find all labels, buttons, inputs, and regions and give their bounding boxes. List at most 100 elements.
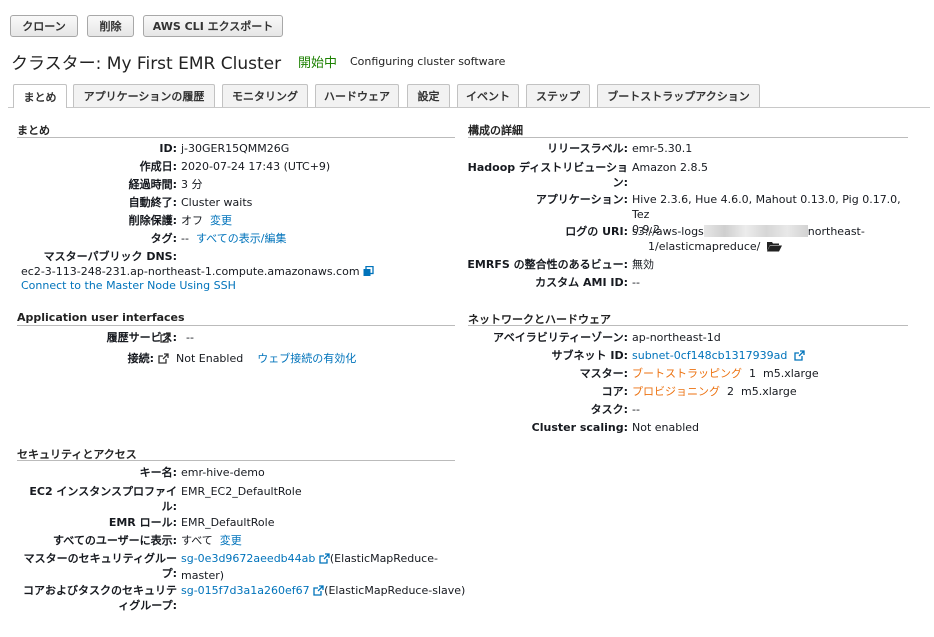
subnet-link[interactable]: subnet-0cf148cb1317939ad xyxy=(632,349,787,362)
created-label: 作成日: xyxy=(139,160,177,173)
change-protection-link[interactable]: 変更 xyxy=(210,214,232,227)
core-label: コア: xyxy=(601,385,628,398)
core-sg-label-line2: ィグループ: xyxy=(118,599,177,612)
cluster-id-value: j-30GER15QMM26G xyxy=(181,142,290,155)
change-visibility-link[interactable]: 変更 xyxy=(220,534,242,547)
ssh-connect-link[interactable]: Connect to the Master Node Using SSH xyxy=(21,278,236,293)
visible-to-all-users-value: すべて 変更 xyxy=(181,533,242,548)
termination-protection-value: オフ 変更 xyxy=(181,213,232,228)
tab-steps[interactable]: ステップ xyxy=(526,84,590,107)
master-label: マスター: xyxy=(579,367,628,380)
custom-ami-id-value: -- xyxy=(632,276,640,289)
emrfs-consistent-view-label: EMRFS の整合性のあるビュー: xyxy=(467,258,628,271)
master-instance-type: m5.xlarge xyxy=(763,367,819,380)
termination-protection-state: オフ xyxy=(181,214,203,227)
task-value: -- xyxy=(632,403,640,416)
release-label-label: リリースラベル: xyxy=(547,142,628,155)
connections-value: Not Enabled ウェブ接続の有効化 xyxy=(176,351,356,366)
subnet-id-label: サブネット ID: xyxy=(551,349,628,362)
core-status: プロビジョニング xyxy=(632,385,720,398)
master-security-group-label: マスターのセキュリティグループ: xyxy=(24,551,177,581)
key-name-value: emr-hive-demo xyxy=(181,466,265,479)
core-value: プロビジョニング 2 m5.xlarge xyxy=(632,384,797,399)
aws-cli-export-button[interactable]: AWS CLI エクスポート xyxy=(143,15,283,37)
emr-role-value: EMR_DefaultRole xyxy=(181,516,275,529)
applications-label: アプリケーション: xyxy=(535,193,628,206)
core-sg-link[interactable]: sg-015f7d3a1a260ef67 xyxy=(181,584,310,597)
instance-profile-value: EMR_EC2_DefaultRole xyxy=(181,485,302,498)
hadoop-distribution-label: Hadoop ディストリビューショ ン: xyxy=(468,160,628,190)
core-task-security-group-label: コアおよびタスクのセキュリティグループ: xyxy=(23,583,177,613)
external-link-icon[interactable] xyxy=(158,353,169,367)
log-uri-label: ログの URI: xyxy=(565,225,628,238)
availability-zone-value: ap-northeast-1d xyxy=(632,331,721,344)
cluster-id-label: ID: xyxy=(159,142,177,155)
elapsed-label: 経過時間: xyxy=(128,178,177,191)
visible-state: すべて xyxy=(181,534,213,547)
network-divider xyxy=(468,325,908,326)
core-instance-type: m5.xlarge xyxy=(741,385,797,398)
external-link-icon[interactable] xyxy=(160,332,171,346)
security-divider xyxy=(17,460,455,461)
connections-label: 接続: xyxy=(127,352,154,365)
emrfs-consistent-view-value: 無効 xyxy=(632,258,654,271)
tab-events[interactable]: イベント xyxy=(457,84,519,107)
config-divider xyxy=(468,137,908,138)
tab-monitoring[interactable]: モニタリング xyxy=(222,84,308,107)
enable-web-connection-link[interactable]: ウェブ接続の有効化 xyxy=(257,352,356,365)
status-detail: Configuring cluster software xyxy=(350,55,506,68)
tab-hardware[interactable]: ハードウェア xyxy=(315,84,399,107)
release-label-value: emr-5.30.1 xyxy=(632,142,693,155)
auto-terminate-value: Cluster waits xyxy=(181,196,253,209)
hadoop-label-line2: ン: xyxy=(612,176,628,189)
task-label: タスク: xyxy=(590,403,628,416)
master-sg-label-line1: マスターのセキュリティグルー xyxy=(23,552,177,565)
termination-protection-label: 削除保護: xyxy=(128,214,177,227)
master-status: ブートストラッピング xyxy=(632,367,742,380)
log-uri-line2: 1/elasticmapreduce/ xyxy=(648,240,761,253)
master-public-dns-label: マスターパブリック DNS: xyxy=(43,250,177,263)
core-sg-label-line1: コアおよびタスクのセキュリテ xyxy=(23,584,177,597)
tab-summary[interactable]: まとめ xyxy=(13,84,67,108)
instance-profile-label-line1: EC2 インスタンスプロファイ xyxy=(29,485,177,498)
master-security-group-value: sg-0e3d9672aeedb44ab (ElasticMapReduce-m… xyxy=(181,551,438,583)
external-link-icon[interactable] xyxy=(313,585,324,600)
clone-button[interactable]: クローン xyxy=(10,15,78,37)
external-link-icon[interactable] xyxy=(794,350,806,365)
master-sg-label-line2: プ: xyxy=(161,567,177,580)
core-sg-name: (ElasticMapReduce-slave) xyxy=(324,584,466,597)
instance-profile-label-line2: ル: xyxy=(161,500,177,513)
master-sg-link[interactable]: sg-0e3d9672aeedb44ab xyxy=(181,552,315,565)
emr-role-label: EMR ロール: xyxy=(108,516,177,529)
summary-section-title: まとめ xyxy=(17,124,50,137)
tags-value: -- すべての表示/編集 xyxy=(181,231,286,246)
view-edit-tags-link[interactable]: すべての表示/編集 xyxy=(196,232,287,245)
master-sg-name-2: master) xyxy=(181,569,225,582)
copy-icon[interactable] xyxy=(363,265,374,281)
auto-terminate-label: 自動終了: xyxy=(128,196,177,209)
tab-configuration[interactable]: 設定 xyxy=(407,84,450,107)
app-ui-divider xyxy=(17,325,455,326)
cluster-scaling-label: Cluster scaling: xyxy=(531,421,628,434)
page-title: クラスター: My First EMR Cluster xyxy=(11,54,282,74)
app-ui-section-title: Application user interfaces xyxy=(17,311,185,324)
tabs-divider xyxy=(8,107,930,108)
tab-application-history[interactable]: アプリケーションの履歴 xyxy=(73,84,215,107)
connections-state: Not Enabled xyxy=(176,352,244,365)
folder-icon[interactable] xyxy=(767,241,783,256)
log-uri-value: s3://aws-logs northeast- 1/elasticmapreduc… xyxy=(632,224,865,256)
status-badge: 開始中 xyxy=(298,56,338,71)
redacted-region xyxy=(703,225,808,237)
master-sg-name-1: (ElasticMapReduce- xyxy=(329,552,438,565)
applications-line1: Hive 2.3.6, Hue 4.6.0, Mahout 0.13.0, Pi… xyxy=(632,193,901,221)
delete-button[interactable]: 削除 xyxy=(87,15,134,37)
dns-text: ec2-3-113-248-231.ap-northeast-1.compute… xyxy=(21,265,360,278)
subnet-id-value: subnet-0cf148cb1317939ad xyxy=(632,348,806,365)
instance-profile-label: EC2 インスタンスプロファイル: xyxy=(29,484,177,514)
master-value: ブートストラッピング 1 m5.xlarge xyxy=(632,366,819,381)
history-server-value: -- xyxy=(186,331,194,344)
master-count: 1 xyxy=(749,367,756,380)
external-link-icon[interactable] xyxy=(319,553,330,568)
tab-bootstrap-actions[interactable]: ブートストラップアクション xyxy=(597,84,760,107)
elapsed-value: 3 分 xyxy=(181,178,203,191)
